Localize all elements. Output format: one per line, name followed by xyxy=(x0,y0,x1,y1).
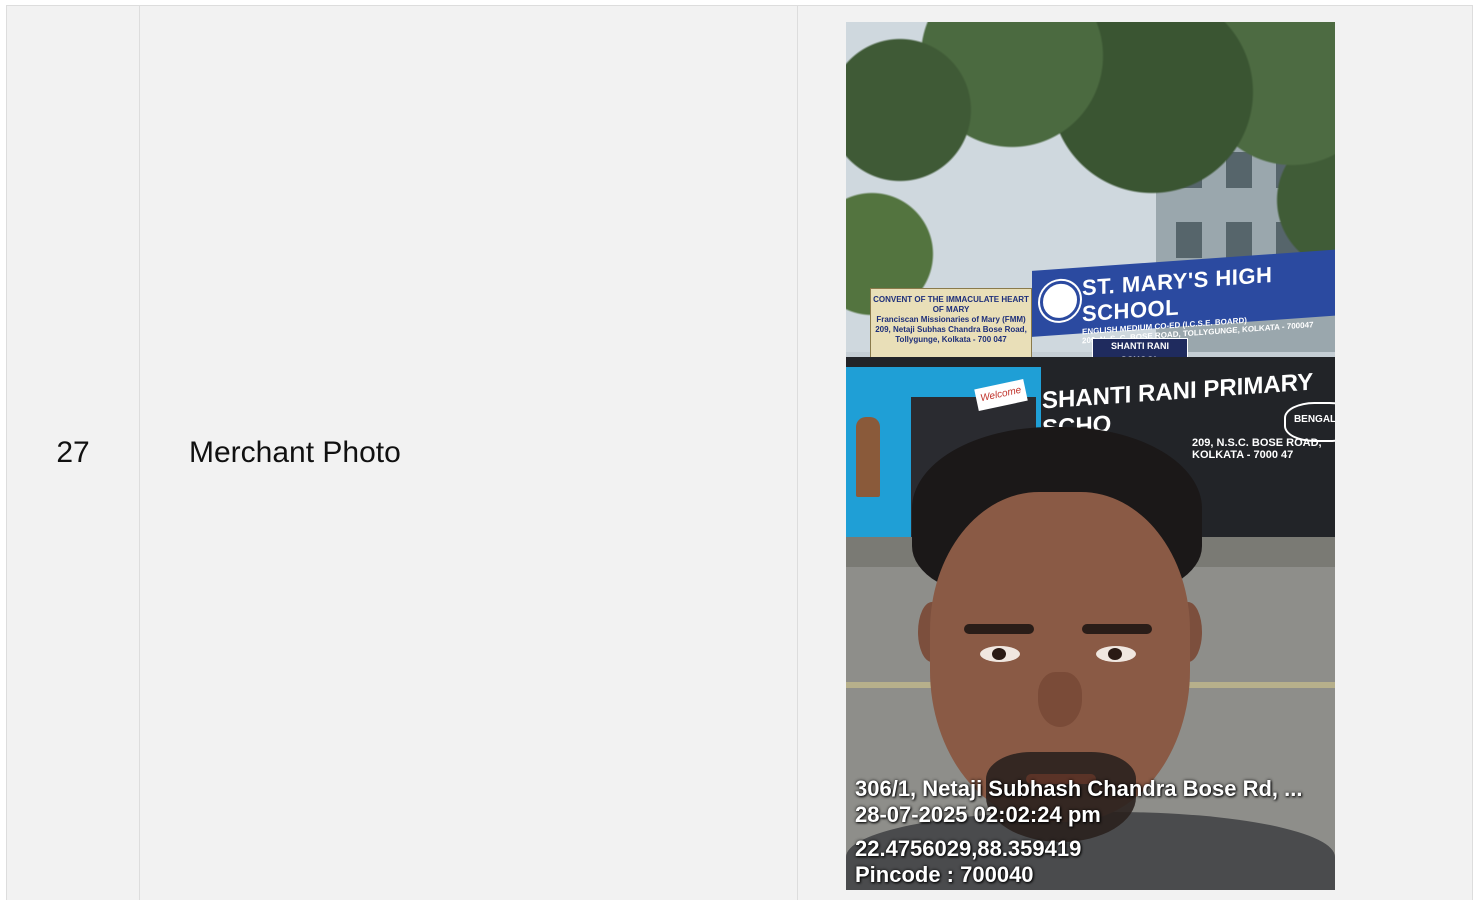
person-brow-right xyxy=(1082,624,1152,634)
geotag-address: 306/1, Netaji Subhash Chandra Bose Rd, .… xyxy=(855,776,1303,801)
geotag-overlay: 306/1, Netaji Subhash Chandra Bose Rd, .… xyxy=(855,776,1302,888)
primary-school-addr2: KOLKATA - 7000 47 xyxy=(1192,449,1294,461)
photo-statue xyxy=(856,417,880,497)
convent-sign-line2: Franciscan Missionaries of Mary (FMM) xyxy=(876,315,1026,324)
person-nose xyxy=(1038,672,1082,727)
row-photo-cell: CONVENT OF THE IMMACULATE HEART OF MARY … xyxy=(798,6,1472,900)
geotag-pincode: Pincode : 700040 xyxy=(855,862,1034,887)
row-label: Merchant Photo xyxy=(189,436,401,469)
merchant-photo[interactable]: CONVENT OF THE IMMACULATE HEART OF MARY … xyxy=(846,22,1335,890)
convent-sign-line4: Tollygunge, Kolkata - 700 047 xyxy=(895,335,1007,344)
convent-sign: CONVENT OF THE IMMACULATE HEART OF MARY … xyxy=(870,288,1032,364)
convent-sign-line3: 209, Netaji Subhas Chandra Bose Road, xyxy=(875,325,1027,334)
detail-table-row: 27 Merchant Photo CONVENT OF THE IMMACUL… xyxy=(6,5,1473,900)
geotag-datetime: 28-07-2025 02:02:24 pm xyxy=(855,802,1101,827)
row-index-cell: 27 xyxy=(7,6,140,900)
person-brow-left xyxy=(964,624,1034,634)
bengali-medium-badge: BENGALI M xyxy=(1284,402,1335,442)
geotag-coordinates: 22.4756029,88.359419 xyxy=(855,836,1082,861)
school-logo-icon xyxy=(1040,279,1080,323)
row-label-cell: Merchant Photo xyxy=(140,6,798,900)
person-eye-right xyxy=(1096,646,1136,662)
convent-sign-line1: CONVENT OF THE IMMACULATE HEART OF MARY xyxy=(873,295,1029,314)
person-eye-left xyxy=(980,646,1020,662)
row-index: 27 xyxy=(56,436,90,469)
